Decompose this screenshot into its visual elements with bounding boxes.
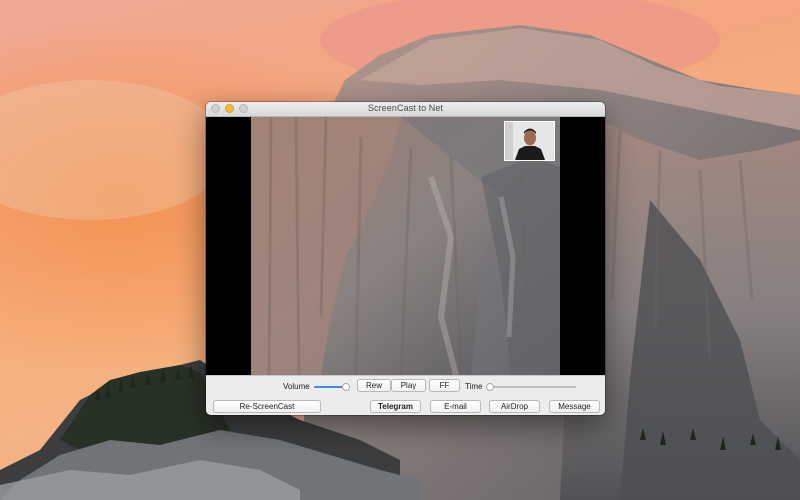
telegram-button[interactable]: Telegram	[370, 400, 421, 413]
ff-button[interactable]: FF	[429, 379, 460, 392]
volume-slider[interactable]	[314, 383, 350, 391]
rescreencast-button[interactable]: Re-ScreenCast	[213, 400, 321, 413]
camera-person-image	[505, 122, 554, 160]
camera-preview	[504, 121, 555, 161]
play-button[interactable]: Play	[391, 379, 426, 392]
time-slider-knob[interactable]	[486, 383, 494, 391]
airdrop-button[interactable]: AirDrop	[489, 400, 540, 413]
volume-slider-knob[interactable]	[342, 383, 350, 391]
rew-button[interactable]: Rew	[357, 379, 391, 392]
message-button[interactable]: Message	[549, 400, 600, 413]
controls-bar: Volume Rew Play FF Time Re-ScreenCast Te…	[206, 375, 605, 415]
window-title: ScreenCast to Net	[367, 103, 444, 113]
title-bar[interactable]: ScreenCast to Net	[206, 102, 605, 117]
time-label: Time	[465, 382, 483, 391]
time-slider[interactable]	[486, 383, 576, 391]
volume-label: Volume	[283, 382, 310, 391]
video-player[interactable]	[206, 117, 605, 375]
app-window: ScreenCast to Net Volume Rew Play FF Tim…	[206, 102, 605, 415]
email-button[interactable]: E-mail	[430, 400, 481, 413]
